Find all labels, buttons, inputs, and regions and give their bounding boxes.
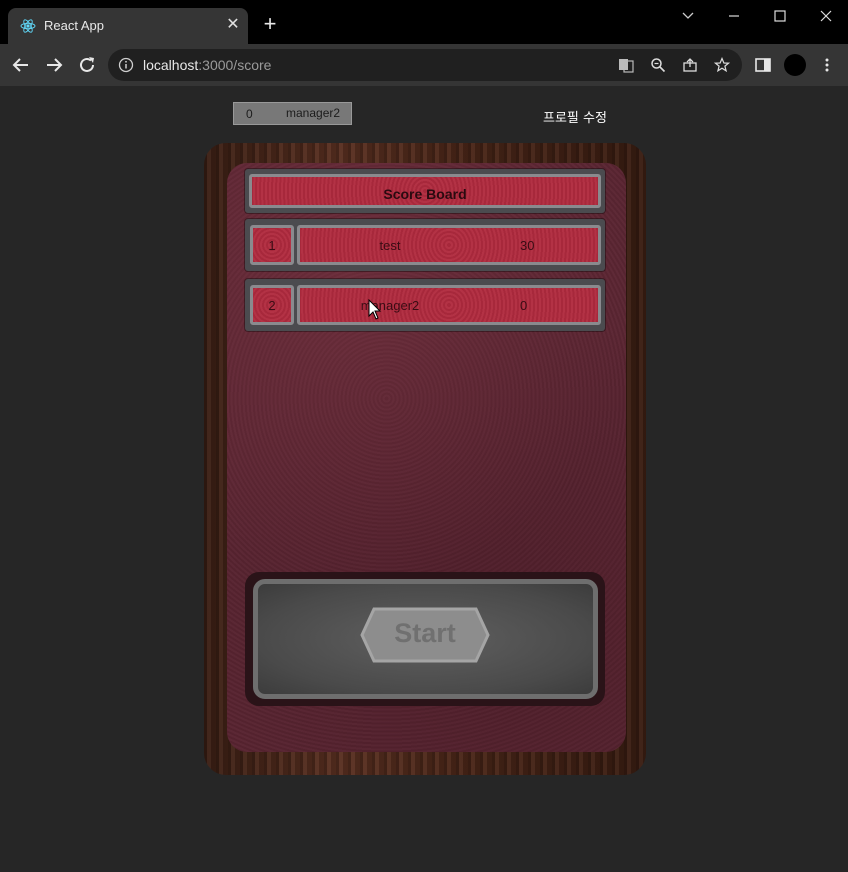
browser-tab[interactable]: React App ✕ (8, 8, 248, 44)
player-score: 0 (520, 298, 528, 313)
url-path: :3000/score (198, 57, 272, 73)
profile-edit-link[interactable]: 프로필 수정 (543, 107, 607, 126)
browser-toolbar: localhost:3000/score (0, 44, 848, 86)
side-panel-icon[interactable] (754, 56, 772, 74)
scoreboard-title: Score Board (383, 186, 467, 202)
player-score: 30 (520, 238, 535, 253)
bookmark-star-icon[interactable] (714, 57, 730, 73)
user-info-chip: 0 manager2 (233, 102, 352, 125)
tab-search-chevron-icon[interactable] (678, 6, 698, 26)
score-row: 1 test 30 (245, 219, 605, 271)
close-tab-icon[interactable]: ✕ (224, 16, 242, 34)
browser-tab-bar: React App ✕ + (0, 0, 848, 44)
user-score: 0 (246, 107, 253, 121)
rank-value: 2 (268, 298, 276, 313)
site-info-icon[interactable] (118, 57, 134, 73)
forward-icon[interactable] (43, 54, 65, 76)
translate-icon[interactable] (618, 57, 634, 73)
start-button-label: Start (394, 618, 456, 648)
player-name: test (379, 238, 401, 253)
mouse-cursor-icon (368, 299, 382, 320)
url-text[interactable]: localhost:3000/score (143, 57, 271, 73)
score-row: 2 manager2 0 (245, 279, 605, 331)
new-tab-icon[interactable]: + (260, 13, 280, 35)
url-host: localhost (143, 57, 199, 73)
menu-kebab-icon[interactable] (818, 56, 836, 74)
player-name: manager2 (360, 298, 420, 313)
react-logo-icon (20, 19, 36, 33)
profile-avatar[interactable] (784, 54, 806, 76)
scoreboard-title-box: Score Board (245, 169, 605, 213)
share-icon[interactable] (682, 57, 698, 73)
rank-value: 1 (268, 238, 276, 253)
rank-cell: 1 (250, 225, 294, 265)
zoom-icon[interactable] (650, 57, 666, 73)
maximize-icon[interactable] (770, 6, 790, 26)
user-name: manager2 (286, 106, 341, 120)
minimize-icon[interactable] (724, 6, 744, 26)
player-cell: manager2 0 (297, 285, 601, 325)
rank-cell: 2 (250, 285, 294, 325)
back-icon[interactable] (10, 54, 32, 76)
address-bar[interactable]: localhost:3000/score (108, 49, 742, 81)
scoreboard-title-cell: Score Board (249, 174, 601, 208)
player-cell: test 30 (297, 225, 601, 265)
close-window-icon[interactable] (816, 6, 836, 26)
tab-title: React App (44, 18, 104, 33)
reload-icon[interactable] (76, 54, 98, 76)
